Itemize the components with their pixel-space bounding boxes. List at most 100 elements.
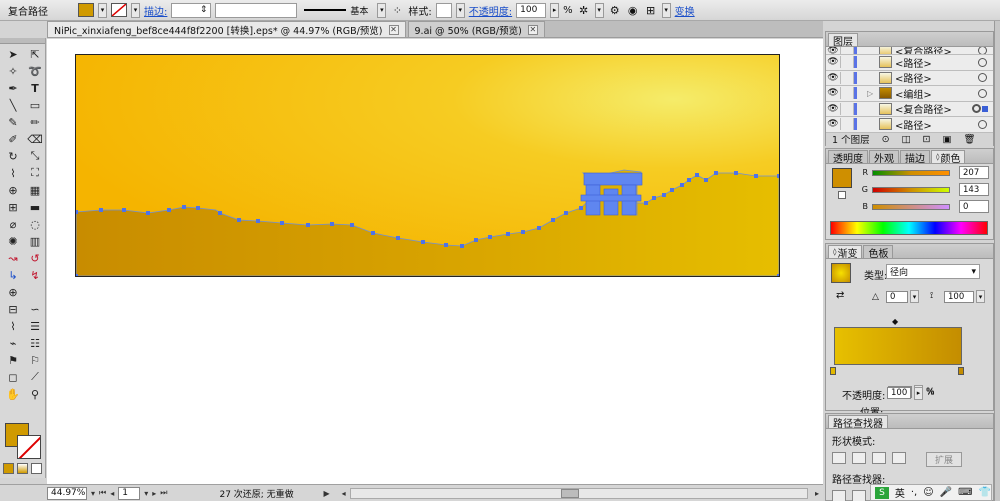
layer-row[interactable]: 👁 <复合路径> — [826, 101, 993, 117]
layer-row[interactable]: 👁 ▷ <编组> — [826, 86, 993, 102]
zoom-field[interactable]: 44.97% — [47, 486, 87, 500]
recolor-icon[interactable]: ✲ — [577, 3, 591, 17]
knife-tool-icon[interactable]: ⟋ — [25, 369, 45, 385]
next-page-icon[interactable]: ▸ — [152, 489, 156, 498]
gradient-mode-icon[interactable] — [17, 463, 28, 474]
stroke-profile-dropdown[interactable]: 基本 — [301, 3, 373, 18]
trim-icon[interactable] — [852, 490, 866, 501]
unite-icon[interactable] — [832, 452, 846, 464]
blue-slider[interactable] — [872, 203, 950, 210]
voice-icon[interactable]: 🎤 — [940, 487, 952, 498]
angle-dropdown-arrow[interactable]: ▾ — [910, 290, 919, 303]
crop-tool-icon[interactable]: ◻ — [3, 369, 23, 385]
stop-position-arrow[interactable]: ▸ — [914, 386, 923, 400]
target-circle-icon[interactable] — [972, 104, 981, 114]
lock-toggle[interactable] — [840, 71, 854, 84]
opacity-input[interactable]: 100 — [516, 2, 547, 18]
blue-value-input[interactable]: 0 — [959, 200, 989, 213]
gradient-slider[interactable] — [834, 327, 962, 365]
last-page-icon[interactable]: ⏭ — [160, 488, 167, 498]
live-paint-selection-icon[interactable]: ⚐ — [25, 352, 45, 368]
paintbrush-tool-icon[interactable]: ✎ — [3, 114, 23, 130]
none-mode-icon[interactable] — [31, 463, 42, 474]
gradient-stop-start[interactable] — [830, 367, 836, 375]
green-value-input[interactable]: 143 — [959, 183, 989, 196]
warp-tool-icon[interactable]: ⌇ — [3, 165, 23, 181]
stroke-style-arrow[interactable]: ▾ — [377, 2, 387, 18]
lock-toggle[interactable] — [840, 56, 854, 69]
stroke-weight-field[interactable]: ⇕ — [171, 2, 212, 18]
tab-swatches[interactable]: 色板 — [863, 245, 894, 260]
chart-tool-icon[interactable]: ⌁ — [3, 335, 23, 351]
lasso-tool-icon[interactable]: ➰ — [25, 63, 45, 79]
variable-width-dropdown[interactable] — [215, 2, 298, 18]
midpoint-diamond-icon[interactable]: ◆ — [892, 317, 898, 326]
tab-gradient[interactable]: ◊ 渐变 — [828, 245, 863, 260]
lock-toggle[interactable] — [840, 47, 854, 54]
scale-tool-icon[interactable]: ⤡ — [25, 148, 45, 164]
stop-position-input[interactable]: 100 — [887, 387, 911, 399]
tab-pathfinder[interactable]: 路径查找器 — [828, 415, 888, 430]
scroll-right-icon[interactable]: ▸ — [815, 489, 819, 498]
eyedropper-tool-icon[interactable]: ⌀ — [3, 216, 23, 232]
status-menu-icon[interactable]: ▶ — [323, 489, 329, 498]
symbol-sprayer-tool-icon[interactable]: ✺ — [3, 233, 23, 249]
tab-stroke[interactable]: 描边 — [900, 150, 930, 165]
expand-triangle-icon[interactable]: ▷ — [867, 89, 879, 98]
angle-input[interactable]: 0 — [886, 291, 908, 303]
tab-document-ai[interactable]: 9.ai @ 50% (RGB/预览) ✕ — [407, 21, 545, 37]
perspective-grid-tool-icon[interactable]: ▦ — [25, 182, 45, 198]
exclude-icon[interactable] — [892, 452, 906, 464]
aspect-ratio-input[interactable]: 100 — [944, 291, 974, 303]
target-circle-icon[interactable] — [978, 88, 987, 98]
reverse-gradient-icon[interactable]: ⇄ — [836, 290, 844, 301]
width-tool-icon[interactable]: ↝ — [3, 250, 23, 266]
rotate-tool-icon[interactable]: ↻ — [3, 148, 23, 164]
green-slider[interactable] — [872, 186, 950, 193]
document-setup-icon[interactable]: ⚙ — [608, 3, 622, 17]
target-circle-icon[interactable] — [978, 119, 987, 129]
intersect-icon[interactable] — [872, 452, 886, 464]
scroll-left-icon[interactable]: ◂ — [342, 489, 346, 498]
mesh-tool-icon[interactable]: ⊞ — [3, 199, 23, 215]
align-icon[interactable]: ◉ — [626, 3, 640, 17]
graphic-style-swatch[interactable] — [435, 2, 452, 18]
tab-transparency[interactable]: 透明度 — [828, 150, 868, 165]
type-tool-icon[interactable]: T — [25, 80, 45, 96]
scroll-thumb[interactable] — [560, 488, 579, 498]
expand-button[interactable]: 扩展 — [926, 452, 963, 467]
color-mode-icon[interactable] — [3, 463, 14, 474]
selection-indicator[interactable] — [982, 105, 988, 112]
transform-reference-icon[interactable]: ⊞ — [644, 3, 658, 17]
hand-tool-icon[interactable]: ✋ — [3, 386, 23, 402]
pencil-tool-icon[interactable]: ✏ — [25, 114, 45, 130]
fill-dropdown-arrow[interactable]: ▾ — [98, 2, 107, 18]
prev-page-icon[interactable]: ◂ — [110, 489, 114, 498]
new-layer-icon[interactable]: ▣ — [943, 134, 952, 145]
gradient-type-dropdown[interactable]: 径向 ▾ — [886, 264, 980, 279]
graph-tool-icon[interactable]: ⌇ — [3, 318, 23, 334]
tab-layers[interactable]: 图层 — [828, 33, 858, 48]
horizontal-scrollbar[interactable] — [349, 487, 808, 499]
tab-color[interactable]: ◊ 颜色 — [931, 150, 966, 165]
visibility-eye-icon[interactable]: 👁 — [826, 119, 840, 129]
layer-name[interactable]: <编组> — [895, 86, 978, 101]
first-page-icon[interactable]: ⏮ — [99, 488, 106, 498]
visibility-eye-icon[interactable]: 👁 — [826, 47, 840, 54]
line-tool-icon[interactable]: ╲ — [3, 97, 23, 113]
make-clipping-mask-icon[interactable]: ◫ — [902, 134, 911, 145]
sogou-icon[interactable]: S — [875, 486, 889, 499]
opacity-link[interactable]: 不透明度: — [469, 3, 512, 18]
close-icon[interactable]: ✕ — [527, 24, 538, 35]
color-spectrum[interactable] — [830, 221, 988, 235]
layers-tool-icon[interactable]: ☰ — [25, 318, 45, 334]
slice-tool-icon[interactable]: ∽ — [25, 301, 45, 317]
zoom-tool-icon[interactable]: ⚲ — [25, 386, 45, 402]
layer-row[interactable]: 👁 <路径> — [826, 55, 993, 71]
fill-color-swatch[interactable] — [78, 3, 94, 17]
blob-brush-tool-icon[interactable]: ✐ — [3, 131, 23, 147]
layer-row[interactable]: 👁 <路径> — [826, 117, 993, 133]
layer-name[interactable]: <路径> — [895, 70, 978, 85]
document-canvas[interactable] — [47, 39, 823, 484]
magic-wand-tool-icon[interactable]: ✧ — [3, 63, 23, 79]
